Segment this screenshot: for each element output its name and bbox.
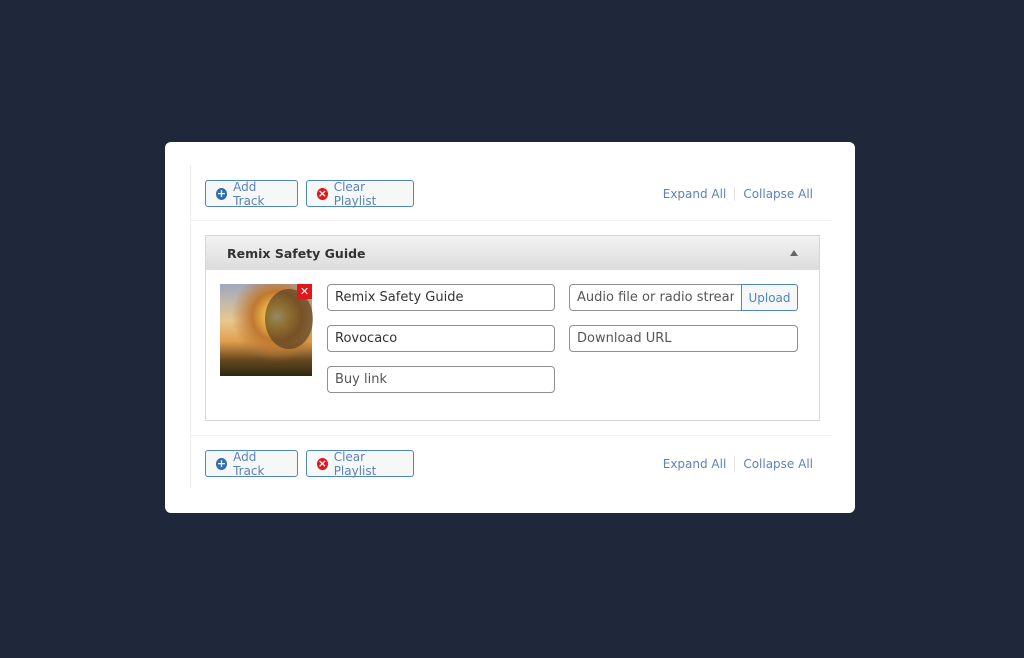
divider [191, 220, 831, 221]
expand-collapse-links: Expand All Collapse All [655, 450, 821, 477]
plus-circle-icon: + [216, 457, 228, 470]
divider [191, 435, 831, 436]
top-toolbar: + Add Track × Clear Playlist Expand All Col… [205, 179, 831, 208]
download-url-input[interactable] [569, 325, 798, 352]
upload-button[interactable]: Upload [741, 284, 798, 311]
playlist-editor: + Add Track × Clear Playlist Expand All Col… [190, 165, 831, 488]
track-item: Remix Safety Guide ✕ Upload [205, 235, 820, 421]
expand-all-link[interactable]: Expand All [655, 187, 735, 201]
remove-image-icon[interactable]: ✕ [297, 284, 312, 299]
clear-playlist-label: Clear Playlist [333, 449, 377, 478]
x-circle-icon: × [317, 457, 328, 470]
clear-playlist-button[interactable]: × Clear Playlist [306, 179, 414, 208]
plus-circle-icon: + [216, 187, 228, 200]
track-artist-input[interactable] [327, 325, 555, 352]
add-track-label: Add Track [233, 449, 265, 478]
track-header-title: Remix Safety Guide [227, 245, 366, 261]
expand-all-link[interactable]: Expand All [655, 457, 735, 471]
x-circle-icon: × [317, 187, 328, 200]
audio-file-input[interactable] [569, 284, 742, 311]
track-cover-image[interactable]: ✕ [220, 284, 313, 376]
add-track-button[interactable]: + Add Track [205, 179, 298, 208]
add-track-label: Add Track [233, 179, 265, 208]
track-title-input[interactable] [327, 284, 555, 311]
add-track-button[interactable]: + Add Track [205, 449, 298, 478]
clear-playlist-label: Clear Playlist [333, 179, 377, 208]
collapse-arrow-icon[interactable] [790, 250, 798, 256]
buy-link-input[interactable] [327, 366, 555, 393]
playlist-editor-card: + Add Track × Clear Playlist Expand All Col… [165, 142, 855, 513]
clear-playlist-button[interactable]: × Clear Playlist [306, 449, 414, 478]
collapse-all-link[interactable]: Collapse All [735, 457, 821, 471]
bottom-toolbar: + Add Track × Clear Playlist Expand All Col… [205, 449, 831, 478]
expand-collapse-links: Expand All Collapse All [655, 180, 821, 207]
track-header[interactable]: Remix Safety Guide [206, 236, 819, 270]
collapse-all-link[interactable]: Collapse All [735, 187, 821, 201]
